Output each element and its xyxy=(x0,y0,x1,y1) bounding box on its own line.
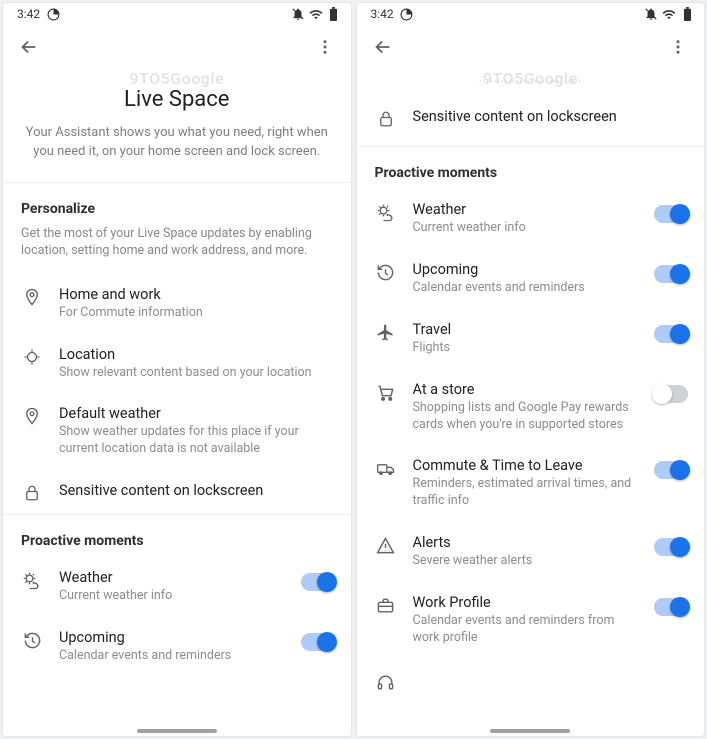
wifi-icon xyxy=(662,7,676,21)
row-title: Travel xyxy=(413,321,633,338)
back-button[interactable] xyxy=(15,33,43,61)
row-subtitle: For Commute information xyxy=(59,305,335,322)
row-sensitive-content[interactable]: Sensitive content on lockscreen xyxy=(3,470,351,514)
row-title: Home and work xyxy=(59,286,335,303)
row-title: At a store xyxy=(413,381,633,398)
phone-left: 3:42 9TO5Google Live Space xyxy=(2,2,352,737)
row-subtitle: Shopping lists and Google Pay rewards ca… xyxy=(413,400,633,434)
row-title: Sensitive content on lockscreen xyxy=(413,108,689,125)
app-bar xyxy=(357,23,705,69)
row-subtitle: Severe weather alerts xyxy=(413,553,633,570)
status-time: 3:42 xyxy=(371,7,394,21)
section-header-proactive: Proactive moments xyxy=(357,147,705,189)
section-header-personalize: Personalize xyxy=(3,183,351,225)
toggle-commute[interactable] xyxy=(654,461,688,479)
toggle-upcoming[interactable] xyxy=(301,633,335,651)
toggle-at-a-store[interactable] xyxy=(654,385,688,403)
location-crosshair-icon xyxy=(21,348,43,366)
dnd-icon xyxy=(644,7,658,21)
battery-icon xyxy=(680,7,694,21)
cart-icon xyxy=(375,383,397,402)
overflow-menu-button[interactable] xyxy=(664,33,692,61)
row-weather[interactable]: Weather Current weather info xyxy=(357,189,705,249)
toggle-upcoming[interactable] xyxy=(654,265,688,283)
row-default-weather[interactable]: Default weather Show weather updates for… xyxy=(3,393,351,470)
pending-icon xyxy=(46,7,60,21)
row-subtitle: Calendar events and reminders xyxy=(413,280,633,297)
nav-pill[interactable] xyxy=(137,729,217,733)
row-title: Sensitive content on lockscreen xyxy=(59,482,335,499)
pending-icon xyxy=(400,7,414,21)
lock-icon xyxy=(21,484,43,502)
status-time: 3:42 xyxy=(17,7,40,21)
nav-pill[interactable] xyxy=(490,729,570,733)
row-subtitle: Show relevant content based on your loca… xyxy=(59,365,335,382)
wifi-icon xyxy=(309,7,323,21)
row-title: Weather xyxy=(413,201,633,218)
row-upcoming[interactable]: Upcoming Calendar events and reminders xyxy=(357,249,705,309)
page-title: Live Space xyxy=(25,87,329,112)
row-subtitle: Calendar events and reminders xyxy=(59,648,279,665)
phone-right: 3:42 9TO5Google ························… xyxy=(356,2,706,737)
row-alerts[interactable]: Alerts Severe weather alerts xyxy=(357,522,705,582)
weather-icon xyxy=(21,571,43,591)
toggle-weather[interactable] xyxy=(654,205,688,223)
row-subtitle: Show weather updates for this place if y… xyxy=(59,424,335,458)
row-title: Upcoming xyxy=(413,261,633,278)
row-work-profile[interactable]: Work Profile Calendar events and reminde… xyxy=(357,582,705,659)
status-bar: 3:42 xyxy=(357,3,705,23)
page-subtitle: Your Assistant shows you what you need, … xyxy=(25,124,329,162)
row-subtitle: Current weather info xyxy=(413,220,633,237)
history-icon xyxy=(375,263,397,282)
toggle-weather[interactable] xyxy=(301,573,335,591)
row-title: Work Profile xyxy=(413,594,633,611)
row-headphones[interactable] xyxy=(357,659,705,696)
row-home-and-work[interactable]: Home and work For Commute information xyxy=(3,274,351,334)
weather-icon xyxy=(375,203,397,223)
row-title: Weather xyxy=(59,569,279,586)
row-commute[interactable]: Commute & Time to Leave Reminders, estim… xyxy=(357,445,705,522)
section-header-proactive: Proactive moments xyxy=(3,515,351,557)
row-subtitle: Calendar events and reminders from work … xyxy=(413,613,633,647)
row-at-a-store[interactable]: At a store Shopping lists and Google Pay… xyxy=(357,369,705,446)
back-button[interactable] xyxy=(369,33,397,61)
toggle-work-profile[interactable] xyxy=(654,598,688,616)
history-icon xyxy=(21,631,43,650)
section-desc-personalize: Get the most of your Live Space updates … xyxy=(3,225,351,274)
row-weather[interactable]: Weather Current weather info xyxy=(3,557,351,617)
battery-icon xyxy=(327,7,341,21)
pin-icon xyxy=(21,407,43,425)
lock-icon xyxy=(375,110,397,128)
row-sensitive-content[interactable]: Sensitive content on lockscreen xyxy=(357,90,705,146)
toggle-alerts[interactable] xyxy=(654,538,688,556)
airplane-icon xyxy=(375,323,397,342)
app-bar xyxy=(3,23,351,69)
row-subtitle: Reminders, estimated arrival times, and … xyxy=(413,476,633,510)
row-subtitle: Flights xyxy=(413,340,633,357)
alert-triangle-icon xyxy=(375,536,397,555)
row-location[interactable]: Location Show relevant content based on … xyxy=(3,334,351,394)
row-title: Commute & Time to Leave xyxy=(413,457,633,474)
row-travel[interactable]: Travel Flights xyxy=(357,309,705,369)
briefcase-icon xyxy=(375,596,397,615)
row-title: Location xyxy=(59,346,335,363)
row-title: Alerts xyxy=(413,534,633,551)
page-header: Live Space Your Assistant shows you what… xyxy=(3,69,351,183)
pin-icon xyxy=(21,288,43,306)
row-title: Default weather xyxy=(59,405,335,422)
row-subtitle: Current weather info xyxy=(59,588,279,605)
status-bar: 3:42 xyxy=(3,3,351,23)
row-title: Upcoming xyxy=(59,629,279,646)
headphones-icon xyxy=(375,673,397,692)
overflow-menu-button[interactable] xyxy=(311,33,339,61)
truncated-previous-row: ···························· xyxy=(357,69,705,90)
toggle-travel[interactable] xyxy=(654,325,688,343)
commute-icon xyxy=(375,459,397,479)
row-upcoming[interactable]: Upcoming Calendar events and reminders xyxy=(3,617,351,677)
dnd-icon xyxy=(291,7,305,21)
